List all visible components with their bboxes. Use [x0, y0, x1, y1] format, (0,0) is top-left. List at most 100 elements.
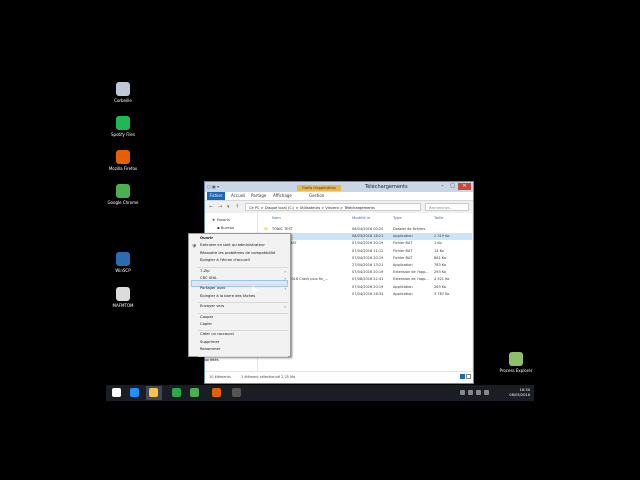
taskbar-icon-glyph [212, 388, 221, 397]
desktop-icon-label: WinSCP [115, 268, 131, 273]
menu-item[interactable]: Copier [200, 322, 212, 326]
cmd-icon[interactable] [232, 388, 242, 398]
submenu-arrow-icon: › [284, 276, 286, 281]
tray-icon[interactable] [484, 390, 489, 395]
cell-type: Fichier BAT [393, 248, 413, 253]
menu-item[interactable]: Renommer [200, 347, 220, 351]
submenu-arrow-icon: › [284, 286, 286, 292]
desktop-icon[interactable]: Mozilla Firefox [103, 150, 143, 171]
table-row[interactable]: 📁 TONIC TEST 06/04/2016 00:20 Dossier de fi… [258, 226, 472, 233]
address-bar[interactable]: Ce PC > Disque local (C:) > Utilisateurs… [245, 203, 421, 211]
tab-fichier[interactable]: Fichier [207, 192, 225, 200]
cell-size: 2 319 Ko [434, 234, 450, 239]
taskbar-icon-glyph [149, 388, 158, 397]
cell-size: 783 Ko [434, 263, 447, 267]
menu-item[interactable]: Exécuter en tant qu'administrateur [200, 243, 265, 247]
tab-affichage[interactable]: Affichage [273, 193, 292, 198]
tray-icon[interactable] [476, 390, 481, 395]
column-header-date[interactable]: Modifié le [352, 215, 370, 220]
minimize-button[interactable]: – [438, 183, 447, 190]
desktop-icon-label: MAFMTOM [112, 303, 134, 308]
up-icon[interactable]: ↑ [235, 204, 239, 210]
cell-type: Application [393, 291, 413, 296]
menu-item[interactable]: Envoyer vers [200, 304, 224, 308]
status-count: 10 éléments [209, 375, 231, 379]
close-button[interactable]: ✕ [458, 183, 471, 190]
app-icon [116, 287, 130, 301]
cell-date: 07/04/2016 20:19 [352, 241, 384, 246]
firefox-icon[interactable] [212, 388, 222, 398]
tray-icon[interactable] [460, 390, 465, 395]
forward-icon[interactable]: → [218, 204, 222, 210]
cell-date: 07/04/2016 20:19 [352, 284, 384, 289]
cell-size: 881 Ko [434, 255, 447, 260]
desktop-icon-label: Spotify Files [111, 132, 135, 137]
process-explorer-icon [509, 352, 523, 366]
cell-date: 07/04/2016 11:12 [352, 248, 384, 253]
column-header-type[interactable]: Type [393, 215, 402, 220]
menu-item[interactable]: Couper [200, 315, 213, 319]
ie-icon[interactable] [130, 388, 140, 398]
menu-item[interactable]: Épingler à la barre des tâches [200, 294, 255, 298]
chrome-icon[interactable] [190, 388, 200, 398]
file-explorer-icon[interactable] [146, 386, 162, 400]
taskbar-icon-glyph [112, 388, 121, 397]
cell-size: 263 Ko [434, 284, 447, 289]
tab-partage[interactable]: Partage [251, 193, 266, 198]
menu-item[interactable]: CRC SHA [200, 276, 216, 280]
tab-gestion[interactable]: Gestion [309, 193, 324, 198]
firefox-icon [116, 150, 130, 164]
cell-type: Extension de l'app... [393, 270, 429, 275]
column-header-size[interactable]: Taille [434, 215, 444, 220]
nav-item-bureau[interactable]: ▪ Bureau [217, 225, 234, 230]
system-tray[interactable] [460, 390, 489, 395]
address-row: ← → ▾ ↑ Ce PC > Disque local (C:) > Util… [205, 202, 473, 212]
desktop-icon[interactable]: Corbeille [103, 82, 143, 103]
menu-item[interactable]: Épingler à l'écran d'accueil [200, 258, 250, 262]
maximize-button[interactable]: □ [448, 183, 457, 190]
menu-separator [198, 302, 288, 304]
desktop-icon[interactable]: Process Explorer [496, 352, 536, 373]
menu-item[interactable]: Créer un raccourci [200, 332, 234, 336]
tool-tab-label[interactable]: Outils d'application [297, 185, 341, 191]
tray-icon[interactable] [468, 390, 473, 395]
details-view-icon[interactable] [460, 374, 465, 379]
cell-date: 07/04/2016 20:19 [352, 270, 384, 275]
desktop-icon[interactable]: Google Chrome [103, 184, 143, 205]
taskbar-icon-glyph [172, 388, 181, 397]
submenu-arrow-icon: › [284, 304, 286, 310]
back-icon[interactable]: ← [209, 204, 213, 210]
menu-item[interactable]: 7-Zip [200, 269, 210, 273]
menu-item[interactable]: Supprimer [200, 340, 219, 344]
cell-date: 07/04/2016 16:34 [352, 291, 384, 296]
column-header-nom[interactable]: Nom [272, 215, 281, 220]
menu-separator [198, 330, 288, 332]
cell-size: 3 787 Ko [434, 291, 450, 296]
folder-icon: 📁 [264, 227, 269, 231]
title-bar[interactable]: ▢ ▣ ▾ Outils d'application Téléchargemen… [205, 182, 473, 192]
clock[interactable]: 16:30 08/05/2016 [509, 388, 530, 398]
tab-accueil[interactable]: Accueil [231, 193, 245, 198]
recent-dropdown-icon[interactable]: ▾ [227, 204, 230, 210]
menu-item[interactable]: Propriétés [200, 358, 219, 362]
cell-size: 14 Ko [434, 248, 444, 253]
cell-date: 27/04/2016 13:21 [352, 263, 384, 267]
desktop-icon[interactable]: MAFMTOM [103, 287, 143, 308]
menu-item[interactable]: Ouvrir [200, 236, 213, 240]
quick-access-toolbar[interactable]: ▢ ▣ ▾ [207, 184, 237, 190]
nav-item-favoris[interactable]: ★ Favoris [212, 217, 230, 222]
windows-start-icon[interactable] [112, 388, 122, 398]
search-input[interactable]: Rechercher... [425, 203, 469, 211]
taskbar-icon-glyph [130, 388, 139, 397]
desktop-icon[interactable]: WinSCP [103, 252, 143, 273]
large-icons-view-icon[interactable] [466, 374, 471, 379]
menu-item[interactable]: Résoudre les problèmes de compatibilité [200, 251, 275, 255]
ribbon: Fichier Accueil Partage Affichage Gestio… [205, 192, 473, 201]
cell-date: 07/08/2016 22:41 [352, 277, 384, 282]
desktop-icon[interactable]: Spotify Files [103, 116, 143, 137]
store-icon[interactable] [172, 388, 182, 398]
cell-name: TONIC TEST [272, 227, 293, 231]
cell-type: Fichier BAT [393, 241, 413, 246]
status-bar: 10 éléments 1 élément sélectionné 2,25 M… [205, 371, 473, 383]
menu-item[interactable]: Partager avec [200, 286, 226, 290]
